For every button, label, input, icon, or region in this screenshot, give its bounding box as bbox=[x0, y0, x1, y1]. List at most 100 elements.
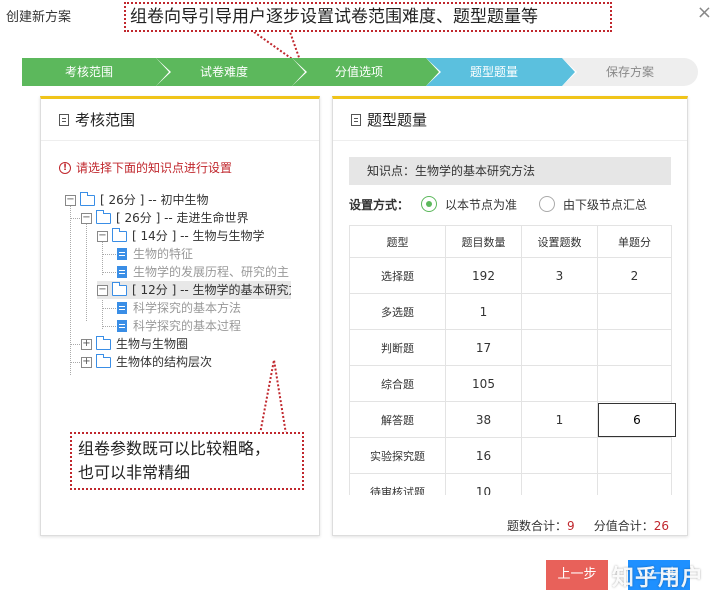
tree-node-selected[interactable]: − [ 12分 ] -- 生物学的基本研究方法 bbox=[97, 281, 291, 299]
cell-score-editing bbox=[597, 401, 676, 438]
tree-node-label: [ 26分 ] -- 走进生命世界 bbox=[116, 211, 249, 225]
step-question-types[interactable]: 题型题量 bbox=[426, 58, 577, 86]
previous-button[interactable]: 上一步 bbox=[546, 560, 608, 590]
column-header: 设置题数 bbox=[521, 225, 598, 258]
wizard-steps: 考核范围 试卷难度 分值选项 题型题量 保存方案 bbox=[22, 58, 698, 86]
expand-icon[interactable]: + bbox=[81, 356, 92, 368]
step-label: 题型题量 bbox=[469, 65, 518, 79]
window-title: 创建新方案 bbox=[6, 10, 72, 25]
step-label: 保存方案 bbox=[605, 65, 654, 79]
step-label: 试卷难度 bbox=[199, 65, 248, 79]
cell-set-count[interactable] bbox=[521, 293, 598, 330]
cell-count: 10 bbox=[445, 473, 522, 495]
tree-node-label: [ 14分 ] -- 生物与生物学 bbox=[132, 229, 265, 243]
scope-warning-text: 请选择下面的知识点进行设置 bbox=[76, 161, 233, 175]
file-icon bbox=[117, 266, 127, 278]
tree-node[interactable]: 生物的特征 bbox=[117, 245, 193, 263]
cell-type: 待审核试题 bbox=[349, 473, 446, 495]
collapse-icon[interactable]: − bbox=[97, 284, 108, 296]
cell-count: 17 bbox=[445, 329, 522, 366]
tree-node[interactable]: + 生物体的结构层次 bbox=[81, 353, 212, 371]
step-label: 考核范围 bbox=[64, 65, 113, 79]
column-header: 题目数量 bbox=[445, 225, 522, 258]
tree-node-label: 生物的特征 bbox=[133, 247, 194, 261]
document-icon bbox=[59, 113, 69, 126]
step-label: 分值选项 bbox=[334, 65, 383, 79]
tree-node[interactable]: 生物学的发展历程、研究的主 bbox=[117, 263, 289, 281]
tree-node[interactable]: 科学探究的基本方法 bbox=[117, 299, 241, 317]
cell-score[interactable] bbox=[597, 293, 672, 330]
collapse-icon[interactable]: − bbox=[97, 230, 108, 242]
cell-count: 16 bbox=[445, 437, 522, 474]
folder-icon bbox=[112, 281, 127, 296]
file-icon bbox=[117, 302, 127, 314]
close-icon[interactable]: × bbox=[697, 2, 712, 23]
tree-node[interactable]: + 生物与生物圈 bbox=[81, 335, 188, 353]
expand-icon[interactable]: + bbox=[81, 338, 92, 350]
scope-panel-header: 考核范围 bbox=[41, 99, 319, 141]
cell-count: 1 bbox=[445, 293, 522, 330]
table-row: 多选题 1 bbox=[349, 293, 672, 330]
table-row: 选择题 192 3 2 bbox=[349, 257, 672, 294]
tree-node-label: [ 26分 ] -- 初中生物 bbox=[100, 193, 209, 207]
step-save-plan[interactable]: 保存方案 bbox=[562, 58, 698, 86]
tree-node-label: [ 12分 ] -- 生物学的基本研究方法 bbox=[132, 283, 291, 297]
tree-node-label: 科学探究的基本方法 bbox=[133, 301, 242, 315]
cell-count: 192 bbox=[445, 257, 522, 294]
column-header: 单题分 bbox=[597, 225, 672, 258]
tree-node-label: 生物体的结构层次 bbox=[116, 355, 213, 369]
total-count-label: 题数合计： bbox=[506, 519, 567, 533]
table-header-row: 题型 题目数量 设置题数 单题分 bbox=[349, 225, 672, 258]
cell-set-count[interactable]: 1 bbox=[521, 401, 598, 438]
tree-node[interactable]: − [ 26分 ] -- 初中生物 bbox=[65, 191, 209, 209]
cell-type: 多选题 bbox=[349, 293, 446, 330]
step-score-options[interactable]: 分值选项 bbox=[292, 58, 441, 86]
file-icon bbox=[117, 320, 127, 332]
table-row: 综合题 105 bbox=[349, 365, 672, 402]
cell-count: 105 bbox=[445, 365, 522, 402]
cell-type: 判断题 bbox=[349, 329, 446, 366]
score-input[interactable] bbox=[598, 402, 676, 437]
cell-score[interactable] bbox=[597, 365, 672, 402]
table-viewport: 题型 题目数量 设置题数 单题分 选择题 192 3 2 多选题 1 判断题 1… bbox=[333, 99, 689, 495]
folder-icon bbox=[96, 335, 111, 350]
cell-set-count[interactable] bbox=[521, 437, 598, 474]
table-row: 待审核试题 10 bbox=[349, 473, 672, 495]
tree-node[interactable]: − [ 26分 ] -- 走进生命世界 bbox=[81, 209, 249, 227]
folder-icon bbox=[96, 209, 111, 224]
collapse-icon[interactable]: − bbox=[81, 212, 92, 224]
cell-set-count[interactable] bbox=[521, 329, 598, 366]
total-score-label: 分值合计： bbox=[593, 519, 654, 533]
annotation-top: 组卷向导引导用户逐步设置试卷范围难度、题型题量等 bbox=[124, 2, 612, 32]
alert-icon: ! bbox=[59, 161, 71, 174]
cell-set-count[interactable]: 3 bbox=[521, 257, 598, 294]
cell-score[interactable] bbox=[597, 473, 672, 495]
table-row: 实验探究题 16 bbox=[349, 437, 672, 474]
cell-type: 实验探究题 bbox=[349, 437, 446, 474]
tree-node-label: 生物学的发展历程、研究的主 bbox=[133, 265, 290, 279]
column-header: 题型 bbox=[349, 225, 446, 258]
scope-warning: ! 请选择下面的知识点进行设置 bbox=[59, 159, 232, 176]
cell-count: 38 bbox=[445, 401, 522, 438]
folder-icon bbox=[96, 353, 111, 368]
folder-icon bbox=[112, 227, 127, 242]
cell-score[interactable]: 2 bbox=[597, 257, 672, 294]
folder-icon bbox=[80, 191, 95, 206]
step-difficulty[interactable]: 试卷难度 bbox=[156, 58, 307, 86]
tree-node[interactable]: − [ 14分 ] -- 生物与生物学 bbox=[97, 227, 265, 245]
annotation-middle-pointer bbox=[259, 360, 287, 434]
cell-type: 综合题 bbox=[349, 365, 446, 402]
cell-set-count[interactable] bbox=[521, 365, 598, 402]
step-scope[interactable]: 考核范围 bbox=[22, 58, 171, 86]
file-icon bbox=[117, 248, 127, 260]
watermark: 知乎用户 bbox=[612, 566, 705, 591]
cell-set-count[interactable] bbox=[521, 473, 598, 495]
total-count-value: 9 bbox=[566, 519, 575, 533]
collapse-icon[interactable]: − bbox=[65, 194, 76, 206]
tree-node[interactable]: 科学探究的基本过程 bbox=[117, 317, 241, 335]
annotation-middle: 组卷参数既可以比较粗略， 也可以非常精细 bbox=[70, 432, 304, 490]
cell-score[interactable] bbox=[597, 329, 672, 366]
question-type-panel: 题型题量 知识点：生物学的基本研究方法 设置方式： 以本节点为准 由下级节点汇总… bbox=[332, 96, 688, 536]
table-row: 判断题 17 bbox=[349, 329, 672, 366]
cell-score[interactable] bbox=[597, 437, 672, 474]
